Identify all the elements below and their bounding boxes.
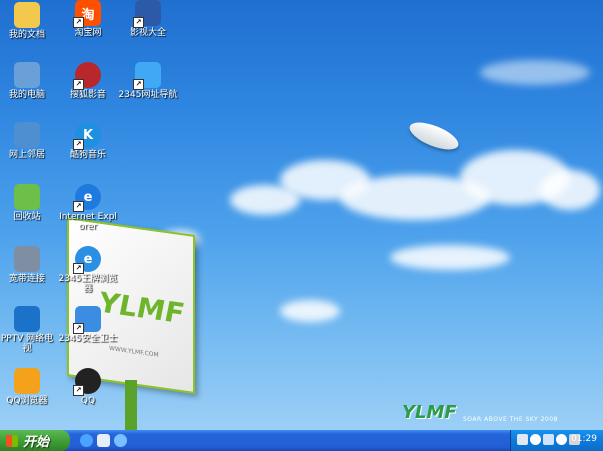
kugou-icon: K ↗ [73, 122, 101, 150]
desktop-icon-label: 影视大全 [129, 28, 166, 38]
nav-2345-icon: ↗ [133, 62, 161, 90]
system-tray: 01:29 [510, 430, 603, 451]
kugou-glyph-text: K [82, 127, 94, 143]
watermark-slogan: SOAR ABOVE THE SKY 2008 [463, 416, 558, 423]
desktop-icon-label: 2345安全卫士 [58, 334, 118, 344]
shortcut-arrow-icon: ↗ [73, 139, 84, 150]
desktop-icon-label: 我的文档 [8, 30, 45, 40]
media-quicklaunch-icon[interactable] [97, 434, 110, 447]
desktop-icon-sohu-video[interactable]: ↗ 搜狐影音 [58, 62, 118, 100]
desktop-icon-my-computer[interactable]: 我的电脑 [0, 62, 57, 100]
shortcut-arrow-icon: ↗ [73, 385, 84, 396]
taobao-icon: 淘 ↗ [73, 0, 101, 28]
browser-2345-icon: e ↗ [73, 246, 101, 274]
airship [406, 116, 462, 156]
desktop-icon-network[interactable]: 网上邻居 [0, 122, 57, 160]
ie-glyph-text: e [83, 189, 93, 205]
desktop-icon-kugou[interactable]: K ↗ 酷狗音乐 [58, 122, 118, 160]
sohu-video-icon: ↗ [73, 62, 101, 90]
volume-tray-icon[interactable] [530, 434, 541, 445]
desktop-icon-2345-nav[interactable]: ↗ 2345网址导航 [118, 62, 178, 100]
browser-2345-glyph-text: e [83, 251, 93, 267]
desktop-icon-label: 网上邻居 [8, 150, 45, 160]
desktop-icon-pptv[interactable]: PPTV 网络电视 [0, 306, 57, 354]
billboard-pole [125, 380, 137, 430]
desktop-icon-label: Internet Explorer [59, 212, 117, 232]
desktop-icon-label: 酷狗音乐 [69, 150, 106, 160]
cloud [540, 170, 600, 210]
ie-quicklaunch-icon[interactable] [80, 434, 93, 447]
desktop-icon-recycle-bin[interactable]: 回收站 [0, 184, 57, 222]
desktop: YLMF WWW.YLMF.COM YLMF SOAR ABOVE THE SK… [0, 0, 603, 430]
start-label: 开始 [23, 435, 50, 450]
desktop-icon-film[interactable]: ↗ 影视大全 [118, 0, 178, 38]
cloud [280, 300, 340, 322]
taskbar: 开始 01:29 [0, 430, 603, 451]
security-tray-icon[interactable] [543, 434, 554, 445]
clock[interactable]: 01:29 [571, 434, 597, 444]
cloud [480, 60, 590, 85]
shortcut-arrow-icon: ↗ [73, 263, 84, 274]
desktop-icon-qq-browser[interactable]: QQ浏览器 [0, 368, 57, 406]
network-icon [14, 122, 40, 148]
windows-logo-icon [6, 434, 18, 447]
security-2345-icon: ↗ [73, 306, 101, 334]
desktop-icon-label: 2345网址导航 [118, 90, 178, 100]
desktop-icon-label: 淘宝网 [74, 28, 102, 38]
qq-icon: ↗ [73, 368, 101, 396]
desktop-icon-label: QQ浏览器 [6, 396, 48, 406]
billboard-url: WWW.YLMF.COM [109, 344, 159, 359]
shortcut-arrow-icon: ↗ [73, 201, 84, 212]
watermark-logo: YLMF [402, 402, 457, 423]
desktop-icon-internet-explorer[interactable]: e ↗ Internet Explorer [58, 184, 118, 232]
documents-folder-icon [14, 2, 40, 28]
desktop-icon-label: QQ [80, 396, 96, 406]
desktop-icon-label: 2345王牌浏览器 [58, 274, 118, 294]
shortcut-arrow-icon: ↗ [133, 79, 144, 90]
keyboard-tray-icon[interactable] [517, 434, 528, 445]
qq-browser-icon [14, 368, 40, 394]
ime-tray-icon[interactable] [556, 434, 567, 445]
shortcut-arrow-icon: ↗ [73, 323, 84, 334]
browser-quicklaunch-icon[interactable] [114, 434, 127, 447]
pptv-icon [14, 306, 40, 332]
desktop-icon-2345-browser[interactable]: e ↗ 2345王牌浏览器 [58, 246, 118, 294]
desktop-icon-qq[interactable]: ↗ QQ [58, 368, 118, 406]
desktop-icon-label: 搜狐影音 [69, 90, 106, 100]
shortcut-arrow-icon: ↗ [73, 79, 84, 90]
desktop-icon-label: 我的电脑 [8, 90, 45, 100]
computer-icon [14, 62, 40, 88]
shortcut-arrow-icon: ↗ [73, 17, 84, 28]
desktop-icon-my-documents[interactable]: 我的文档 [0, 2, 57, 40]
desktop-icon-2345-security[interactable]: ↗ 2345安全卫士 [58, 306, 118, 344]
cloud [390, 245, 510, 270]
desktop-icon-label: 宽带连接 [8, 274, 45, 284]
film-icon: ↗ [133, 0, 161, 28]
desktop-icon-label: 回收站 [13, 212, 41, 222]
desktop-icon-label: PPTV 网络电视 [0, 334, 54, 354]
ie-icon: e ↗ [73, 184, 101, 212]
desktop-icon-taobao[interactable]: 淘 ↗ 淘宝网 [58, 0, 118, 38]
shortcut-arrow-icon: ↗ [133, 17, 144, 28]
recycle-bin-icon [14, 184, 40, 210]
desktop-icon-broadband[interactable]: 宽带连接 [0, 246, 57, 284]
broadband-icon [14, 246, 40, 272]
start-button[interactable]: 开始 [0, 430, 70, 451]
